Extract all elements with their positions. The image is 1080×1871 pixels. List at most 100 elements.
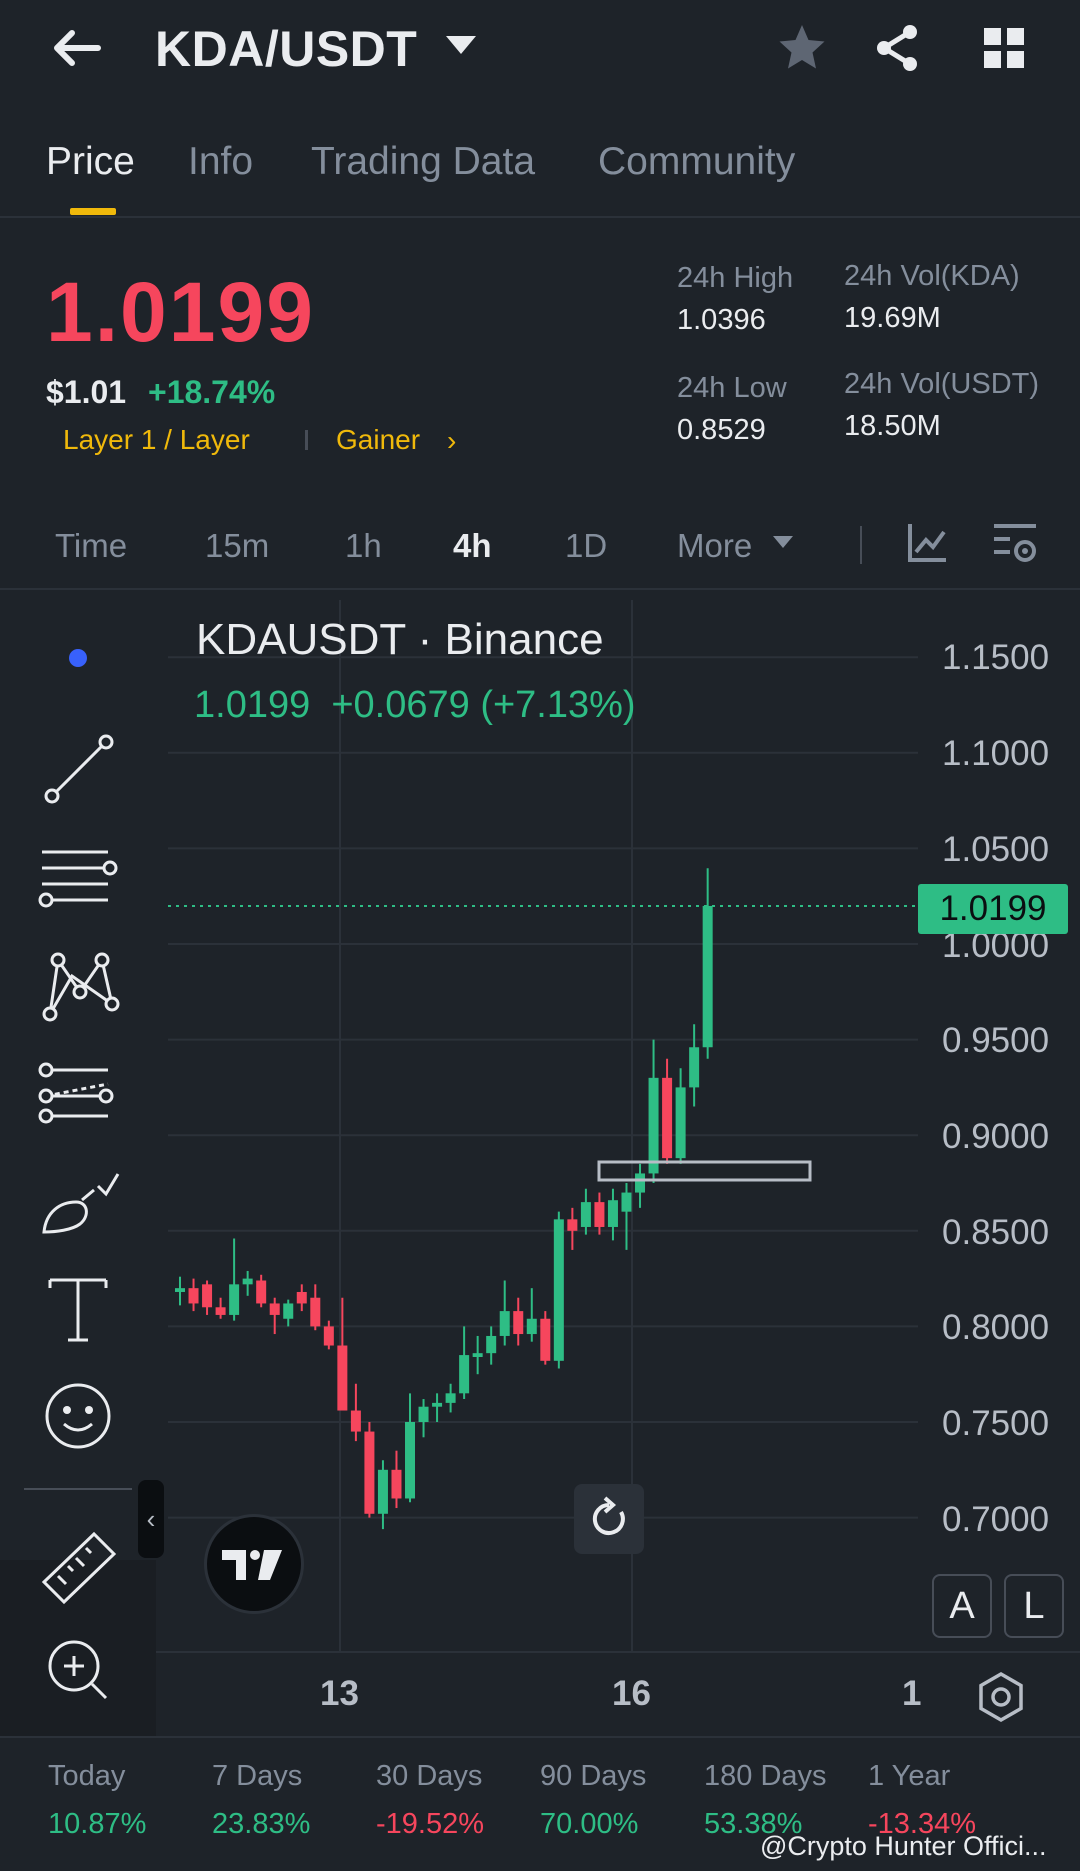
interval-time[interactable]: Time (55, 524, 127, 568)
candle-body (567, 1219, 578, 1231)
tradingview-logo-icon (222, 1550, 282, 1580)
pattern-tool-icon[interactable] (36, 942, 122, 1028)
back-arrow-icon[interactable] (48, 20, 104, 76)
time-axis-tick: 13 (320, 1674, 359, 1713)
grid-menu-icon[interactable] (980, 24, 1028, 72)
candle-body (377, 1469, 388, 1514)
forecast-tool-icon[interactable] (36, 1050, 122, 1136)
fib-retracement-tool-icon[interactable] (36, 834, 122, 920)
ruler-tool-icon[interactable] (36, 1522, 122, 1608)
chart-ohlc-line: 1.0199 +0.0679 (+7.13%) (194, 684, 636, 726)
active-dot-icon[interactable] (36, 615, 122, 701)
price-axis-tick: 1.1500 (942, 638, 1050, 677)
high-value: 1.0396 (677, 304, 766, 336)
candle-body (459, 1355, 470, 1394)
tab-info[interactable]: Info (188, 138, 253, 186)
candle-body (635, 1173, 646, 1193)
candle-body (242, 1278, 253, 1285)
candle-body (202, 1284, 213, 1308)
perf-label-30d: 30 Days (376, 1760, 483, 1792)
top-bar: KDA/USDT (0, 0, 1080, 100)
candle-body (472, 1353, 483, 1357)
candle-body (269, 1303, 280, 1315)
highlight-box (597, 1160, 812, 1182)
candle-body (350, 1410, 361, 1432)
perf-label-7d: 7 Days (212, 1760, 303, 1792)
performance-divider (0, 1736, 1080, 1738)
pair-title[interactable]: KDA/USDT (155, 14, 417, 84)
more-caret-down-icon[interactable] (773, 536, 793, 548)
candle-body (188, 1288, 199, 1304)
candle-body (513, 1311, 524, 1335)
trend-line-tool-icon[interactable] (36, 726, 122, 812)
interval-1h[interactable]: 1h (345, 524, 382, 568)
candle-body (540, 1318, 551, 1361)
chevron-right-icon[interactable]: › (447, 427, 456, 455)
brush-tool-icon[interactable] (36, 1160, 122, 1246)
candle-body (594, 1202, 605, 1227)
vol-base-label: 24h Vol(KDA) (844, 260, 1020, 292)
usd-price: $1.01 (46, 374, 127, 410)
vol-quote-label: 24h Vol(USDT) (844, 368, 1040, 400)
vol-base-value: 19.69M (844, 302, 941, 334)
perf-value-today: 10.87% (48, 1808, 147, 1840)
candle-body (310, 1297, 321, 1327)
text-tool-icon[interactable] (36, 1266, 122, 1352)
last-price-axis-tag: 1.0199 (918, 884, 1068, 934)
candle-body (486, 1335, 497, 1354)
tag-separator (305, 430, 308, 450)
reset-chart-button[interactable] (574, 1484, 644, 1554)
interval-15m[interactable]: 15m (205, 524, 269, 568)
auto-scale-button[interactable]: A (932, 1574, 992, 1638)
last-price: 1.0199 (46, 265, 315, 359)
candle-body (675, 1087, 686, 1159)
candle-body (337, 1345, 348, 1411)
candle-body (229, 1284, 240, 1315)
category-tag[interactable]: Layer 1 / Layer (63, 420, 250, 460)
candle-body (553, 1219, 564, 1361)
chart-settings-icon[interactable] (992, 520, 1038, 566)
price-chart[interactable] (0, 590, 1080, 1740)
candle-body (323, 1326, 334, 1346)
collapse-toolbar-button[interactable]: ‹ (138, 1480, 164, 1558)
star-icon[interactable] (776, 22, 828, 74)
interval-more[interactable]: More (677, 524, 752, 568)
tab-trading-data[interactable]: Trading Data (311, 138, 535, 186)
tab-community[interactable]: Community (598, 138, 795, 186)
interval-4h[interactable]: 4h (453, 524, 492, 568)
indicator-chart-icon[interactable] (906, 520, 950, 564)
price-axis-tick: 1.1000 (942, 734, 1050, 773)
log-scale-button[interactable]: L (1004, 1574, 1064, 1638)
candle-body (256, 1280, 267, 1304)
toolbar-separator (24, 1488, 132, 1490)
pair-dropdown-caret-icon[interactable] (446, 36, 476, 54)
price-axis-tick: 1.0500 (942, 830, 1050, 869)
refresh-icon (592, 1496, 625, 1535)
interval-separator (860, 526, 862, 564)
candle-body (499, 1311, 510, 1336)
price-axis-tick: 0.9500 (942, 1021, 1050, 1060)
perf-value-7d: 23.83% (212, 1808, 311, 1840)
interval-1d[interactable]: 1D (565, 524, 607, 568)
candle-body (405, 1422, 416, 1499)
tab-price[interactable]: Price (46, 138, 135, 186)
candle-body (607, 1200, 618, 1227)
candle-body (445, 1393, 456, 1403)
perf-label-today: Today (48, 1760, 126, 1792)
share-icon[interactable] (872, 22, 924, 74)
candle-body (662, 1077, 673, 1159)
price-axis-tick: 0.7000 (942, 1500, 1050, 1539)
perf-value-90d: 70.00% (540, 1808, 639, 1840)
emoji-tool-icon[interactable] (36, 1374, 122, 1460)
chart-gear-icon[interactable] (974, 1670, 1028, 1724)
gainer-tag[interactable]: Gainer (336, 420, 420, 460)
candle-body (526, 1318, 537, 1335)
candle-body (175, 1288, 185, 1292)
low-label: 24h Low (677, 372, 787, 404)
zoom-in-tool-icon[interactable] (36, 1628, 122, 1714)
chart-symbol-label: KDAUSDT · Binance (196, 615, 604, 664)
tradingview-logo[interactable] (204, 1514, 304, 1614)
watermark-label: @Crypto Hunter Offici... (760, 1831, 1047, 1861)
candle-body (702, 905, 713, 1048)
price-change-percent: +18.74% (148, 374, 276, 410)
